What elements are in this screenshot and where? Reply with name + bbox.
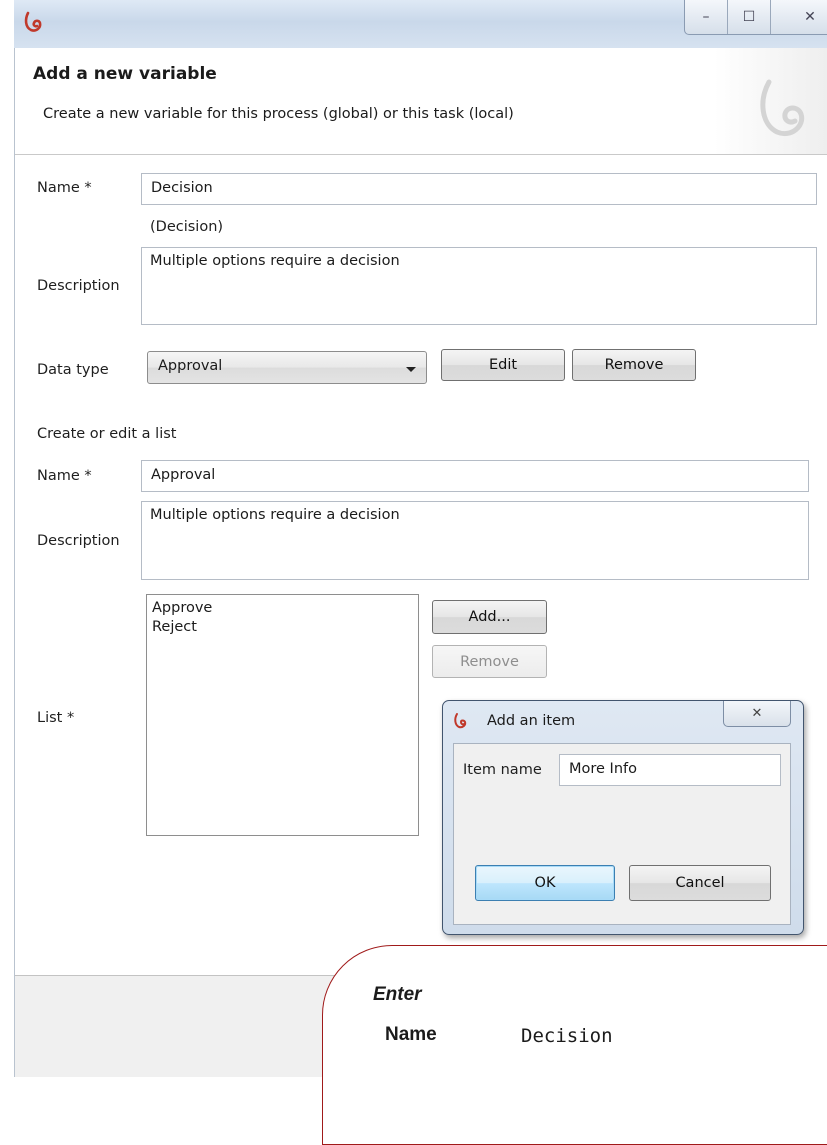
ok-button[interactable]: OK	[475, 865, 615, 901]
variable-name-hint: (Decision)	[150, 219, 224, 235]
cancel-button[interactable]: Cancel	[629, 865, 771, 901]
item-name-label: Item name	[463, 762, 542, 778]
list-name-input[interactable]: Approval	[141, 460, 809, 492]
maximize-button[interactable]: ☐	[728, 0, 771, 34]
callout-field-label: Name	[385, 1024, 437, 1045]
data-type-value: Approval	[158, 358, 223, 374]
minimize-button[interactable]: –	[685, 0, 728, 34]
instruction-callout: Enter Name Decision	[322, 945, 827, 1145]
chevron-down-icon	[406, 367, 416, 372]
edit-button[interactable]: Edit	[441, 349, 565, 381]
add-item-dialog: Add an item ✕ Item name More Info OK Can…	[442, 700, 804, 935]
dialog-title: Add an item	[487, 713, 576, 729]
list-item[interactable]: Approve	[152, 599, 413, 618]
list-description-label: Description	[37, 533, 120, 549]
list-item[interactable]: Reject	[152, 618, 413, 637]
callout-field-value: Decision	[521, 1025, 613, 1047]
data-type-label: Data type	[37, 362, 109, 378]
title-bar: – ☐ ✕	[14, 0, 827, 48]
variable-description-input[interactable]: Multiple options require a decision	[141, 247, 817, 325]
item-name-input[interactable]: More Info	[559, 754, 781, 786]
dialog-close-button[interactable]: ✕	[723, 701, 791, 727]
list-section-label: Create or edit a list	[37, 426, 177, 442]
description-label: Description	[37, 278, 120, 294]
page-subtitle: Create a new variable for this process (…	[43, 106, 514, 122]
list-name-label: Name *	[37, 468, 92, 484]
callout-heading: Enter	[373, 984, 422, 1005]
remove-type-button[interactable]: Remove	[572, 349, 696, 381]
dialog-content: Item name More Info OK Cancel	[453, 743, 791, 925]
app-logo-icon	[454, 713, 467, 729]
data-type-select[interactable]: Approval	[147, 351, 427, 384]
page-title: Add a new variable	[33, 64, 217, 84]
remove-item-button[interactable]: Remove	[432, 645, 547, 678]
banner-logo-icon	[760, 79, 805, 136]
add-item-button[interactable]: Add...	[432, 600, 547, 634]
close-button[interactable]: ✕	[771, 0, 827, 34]
list-label: List *	[37, 710, 75, 726]
window-controls: – ☐ ✕	[684, 0, 827, 35]
list-description-input[interactable]: Multiple options require a decision	[141, 501, 809, 580]
list-items-box[interactable]: Approve Reject	[146, 594, 419, 836]
window-header: Add a new variable Create a new variable…	[15, 48, 827, 155]
app-logo-icon	[24, 11, 42, 32]
variable-name-input[interactable]: Decision	[141, 173, 817, 205]
name-label: Name *	[37, 180, 92, 196]
